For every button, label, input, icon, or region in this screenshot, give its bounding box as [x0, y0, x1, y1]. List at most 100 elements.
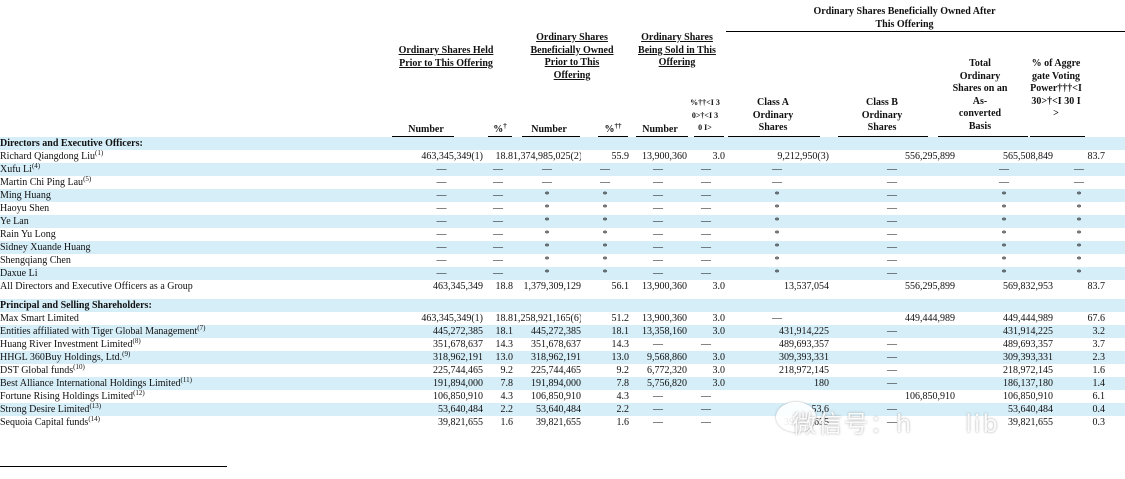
- cell-c2: —: [483, 163, 513, 176]
- cell-c4: 51.2: [611, 313, 630, 324]
- table-row: Richard Qiangdong Liu(1) 463,345,349(1) 18…: [0, 150, 1125, 163]
- cell-c1: —: [436, 229, 447, 240]
- ownership-table: Directors and Executive Officers: Richard…: [0, 137, 1125, 429]
- cell-c9: —: [955, 163, 1053, 176]
- cell-c7: *: [774, 203, 780, 214]
- cell-c8: 556,295,899: [905, 151, 955, 162]
- table-row: Haoyu Shen — — * * — — * — * *: [0, 202, 1125, 215]
- holder-name: Ming Huang: [0, 189, 400, 202]
- footnote-ref: (13): [89, 403, 102, 410]
- cell-c2: —: [483, 215, 513, 228]
- cell-c7: 309,393,331: [725, 351, 829, 364]
- cell-c9: *: [1001, 255, 1007, 266]
- cell-c4: 1.6: [616, 417, 630, 428]
- cell-c7: *: [774, 255, 780, 266]
- header-number-1: Number: [408, 124, 444, 135]
- cell-c1: —: [436, 177, 447, 188]
- cell-c6: —: [701, 177, 711, 188]
- cell-c3: 445,272,385: [513, 325, 581, 338]
- footnote-ref: (14): [88, 416, 100, 423]
- cell-c7: *: [725, 241, 829, 254]
- cell-c6: 3.0: [712, 313, 726, 324]
- header-being-sold: Ordinary Shares Being Sold in This Offer…: [638, 32, 716, 68]
- cell-c5: 13,900,360: [642, 281, 687, 292]
- cell-c1: 463,345,349(1): [421, 313, 483, 324]
- cell-c4: 7.8: [581, 377, 629, 390]
- cell-c8: —: [829, 267, 955, 280]
- cell-c8: —: [829, 377, 955, 390]
- cell-c1: —: [400, 215, 483, 228]
- footnote-ref: (9): [122, 351, 131, 358]
- header-class-b: Class B Ordinary Shares: [861, 97, 903, 133]
- watermark-text: 微信号：h lib: [792, 410, 1000, 438]
- cell-c3: *: [513, 267, 581, 280]
- holder-name: Shengqiang Chen: [0, 254, 400, 267]
- holder-name: Strong Desire Limited(13): [0, 403, 400, 416]
- cell-c1: —: [400, 189, 483, 202]
- cell-c8: —: [887, 365, 897, 376]
- header-pct-1: %†: [493, 122, 507, 136]
- cell-c3: *: [544, 255, 550, 266]
- cell-c10: 0.3: [1092, 417, 1106, 428]
- cell-c10: *: [1076, 229, 1082, 240]
- cell-c5: 9,568,860: [629, 351, 687, 364]
- cell-c6: 3.0: [687, 377, 725, 390]
- cell-c10: 0.4: [1053, 403, 1105, 416]
- table-row: Huang River Investment Limited(8) 351,678…: [0, 338, 1125, 351]
- cell-c10: —: [1074, 177, 1084, 188]
- cell-c3: *: [513, 189, 581, 202]
- cell-c8: —: [887, 203, 897, 214]
- holder-name-text: Fortune Rising Holdings Limited: [0, 391, 134, 402]
- cell-c6: 3.0: [687, 325, 725, 338]
- cell-c9: *: [955, 241, 1053, 254]
- cell-c5: 5,756,820: [629, 377, 687, 390]
- table-row: Best Alliance International Holdings Lim…: [0, 377, 1125, 390]
- holder-name: Xufu Li(4): [0, 163, 400, 176]
- cell-c1: 39,821,655: [438, 417, 483, 428]
- cell-c5: —: [629, 403, 687, 416]
- cell-c1: 318,962,191: [400, 351, 483, 364]
- cell-c5: —: [653, 177, 663, 188]
- table-row: Daxue Li — — * * — — * — * *: [0, 267, 1125, 280]
- cell-c2: 1.6: [500, 417, 514, 428]
- header-class-a: Class A Ordinary Shares: [752, 97, 794, 133]
- holder-name-text: Martin Chi Ping Lau: [0, 177, 84, 188]
- cell-c5: 13,358,160: [629, 325, 687, 338]
- cell-c1: 191,894,000: [400, 377, 483, 390]
- cell-c1: —: [400, 163, 483, 176]
- section-principal: Principal and Selling Shareholders:: [0, 299, 1125, 312]
- header-number-2: Number: [531, 124, 567, 135]
- cell-c3: *: [513, 241, 581, 254]
- cell-c6: —: [701, 229, 711, 240]
- cell-c9: —: [999, 177, 1009, 188]
- header-beneficially-owned-prior: Ordinary Shares Beneficially Owned Prior…: [530, 32, 614, 81]
- cell-c4: 2.2: [581, 403, 629, 416]
- footnote-ref: (7): [197, 325, 206, 332]
- cell-c4: —: [581, 163, 629, 176]
- cell-c5: —: [629, 267, 687, 280]
- cell-c3: 39,821,655: [536, 417, 581, 428]
- header-number-3: Number: [642, 124, 678, 135]
- holder-name: Entities affiliated with Tiger Global Ma…: [0, 325, 400, 338]
- cell-c9: *: [955, 189, 1053, 202]
- cell-c1: 53,640,484: [400, 403, 483, 416]
- cell-c10: 1.6: [1092, 365, 1106, 376]
- cell-c9: 489,693,357: [1003, 339, 1053, 350]
- cell-c6: —: [687, 189, 725, 202]
- table-row: All Directors and Executive Officers as …: [0, 280, 1125, 293]
- cell-c8: 449,444,989: [905, 313, 955, 324]
- cell-c2: 4.3: [500, 391, 514, 402]
- cell-c2: —: [483, 189, 513, 202]
- cell-c7: 431,914,225: [725, 325, 829, 338]
- cell-c8: 106,850,910: [905, 391, 955, 402]
- cell-c1: —: [436, 255, 447, 266]
- cell-c10: *: [1053, 215, 1105, 228]
- cell-c3: 1,379,309,129: [523, 281, 582, 292]
- cell-c1: 463,345,349(1): [421, 151, 483, 162]
- holder-name-text: Ye Lan: [0, 216, 29, 227]
- cell-c2: 14.3: [495, 339, 514, 350]
- footnote-ref: (8): [132, 338, 141, 345]
- cell-c1: 106,850,910: [433, 391, 483, 402]
- cell-c10: 6.1: [1092, 391, 1106, 402]
- cell-c3: —: [542, 177, 552, 188]
